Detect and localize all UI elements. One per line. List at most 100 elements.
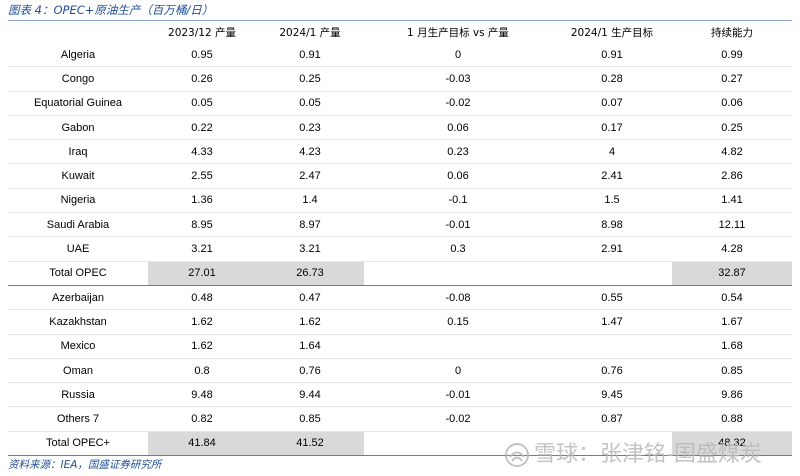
cell-dec-2023-output: 4.33 — [148, 139, 256, 165]
header-target-vs-output: 1 月生产目标 vs 产量 — [407, 27, 509, 39]
cell-dec-2023-output: 0.05 — [148, 91, 256, 116]
cell-jan-2024-target: 0.07 — [552, 91, 672, 116]
header-jan-2024-output: 2024/1 产量 — [279, 27, 341, 39]
cell-target-vs-output: 0 — [364, 358, 552, 384]
cell-dec-2023-output: 0.82 — [148, 406, 256, 432]
cell-target-vs-output — [364, 261, 552, 286]
cell-dec-2023-output: 0.95 — [148, 43, 256, 68]
cell-jan-2024-target: 2.41 — [552, 163, 672, 189]
cell-country: Kazakhstan — [8, 309, 148, 335]
cell-dec-2023-output: 1.36 — [148, 188, 256, 214]
table-row: Equatorial Guinea 0.05 0.05 -0.02 0.07 0.06 — [8, 91, 792, 116]
cell-target-vs-output: 0.23 — [364, 139, 552, 165]
cell-sustainable-capacity: 0.85 — [672, 358, 792, 384]
table-row: Mexico 1.62 1.64 1.68 — [8, 334, 792, 359]
cell-country: Oman — [8, 358, 148, 384]
cell-target-vs-output: 0.06 — [364, 163, 552, 189]
cell-jan-2024-target: 8.98 — [552, 212, 672, 238]
cell-sustainable-capacity: 9.86 — [672, 382, 792, 408]
cell-country: Gabon — [8, 115, 148, 141]
table-row: Russia 9.48 9.44 -0.01 9.45 9.86 — [8, 382, 792, 408]
cell-jan-2024-target: 1.47 — [552, 309, 672, 335]
table-row: Azerbaijan 0.48 0.47 -0.08 0.55 0.54 — [8, 285, 792, 311]
cell-jan-2024-output: 0.05 — [256, 91, 364, 116]
cell-sustainable-capacity: 1.68 — [672, 334, 792, 359]
cell-dec-2023-output: 41.84 — [148, 431, 256, 457]
cell-target-vs-output — [364, 334, 552, 359]
cell-country: UAE — [8, 236, 148, 262]
cell-country: Azerbaijan — [8, 285, 148, 311]
cell-sustainable-capacity: 0.88 — [672, 406, 792, 432]
cell-jan-2024-output: 2.47 — [256, 163, 364, 189]
cell-dec-2023-output: 2.55 — [148, 163, 256, 189]
watermark: 雪球：张津铭-国盛煤炭 — [504, 436, 762, 468]
header-dec-2023-output: 2023/12 产量 — [168, 27, 236, 39]
cell-dec-2023-output: 8.95 — [148, 212, 256, 238]
cell-jan-2024-output: 0.23 — [256, 115, 364, 141]
cell-country: Russia — [8, 382, 148, 408]
cell-jan-2024-target: 0.55 — [552, 285, 672, 311]
cell-jan-2024-target: 9.45 — [552, 382, 672, 408]
cell-jan-2024-output: 0.85 — [256, 406, 364, 432]
cell-dec-2023-output: 1.62 — [148, 309, 256, 335]
table-header-row: 2023/12 产量 2024/1 产量 1 月生产目标 vs 产量 2024/… — [8, 22, 792, 43]
cell-sustainable-capacity: 32.87 — [672, 261, 792, 286]
cell-sustainable-capacity: 2.86 — [672, 163, 792, 189]
cell-target-vs-output: -0.1 — [364, 188, 552, 214]
cell-country: Total OPEC+ — [8, 431, 148, 457]
table-row: Algeria 0.95 0.91 0 0.91 0.99 — [8, 43, 792, 68]
cell-jan-2024-target: 0.17 — [552, 115, 672, 141]
cell-sustainable-capacity: 4.28 — [672, 236, 792, 262]
table-row: UAE 3.21 3.21 0.3 2.91 4.28 — [8, 236, 792, 262]
cell-jan-2024-target — [552, 334, 672, 359]
source-note: 资料来源：IEA，国盛证券研究所 — [8, 459, 162, 471]
header-country — [8, 22, 148, 43]
header-sustainable-capacity: 持续能力 — [711, 27, 753, 39]
cell-jan-2024-target: 0.91 — [552, 43, 672, 68]
cell-sustainable-capacity: 0.99 — [672, 43, 792, 68]
cell-dec-2023-output: 0.8 — [148, 358, 256, 384]
opec-production-table: 2023/12 产量 2024/1 产量 1 月生产目标 vs 产量 2024/… — [8, 22, 792, 457]
cell-country: Iraq — [8, 139, 148, 165]
cell-sustainable-capacity: 1.67 — [672, 309, 792, 335]
cell-target-vs-output: 0.15 — [364, 309, 552, 335]
cell-country: Others 7 — [8, 406, 148, 432]
cell-target-vs-output: -0.02 — [364, 406, 552, 432]
cell-jan-2024-target — [552, 261, 672, 286]
cell-dec-2023-output: 9.48 — [148, 382, 256, 408]
cell-jan-2024-output: 26.73 — [256, 261, 364, 286]
cell-target-vs-output: -0.03 — [364, 66, 552, 92]
table-row: Saudi Arabia 8.95 8.97 -0.01 8.98 12.11 — [8, 212, 792, 238]
cell-jan-2024-target: 0.28 — [552, 66, 672, 92]
cell-jan-2024-output: 1.64 — [256, 334, 364, 359]
cell-jan-2024-output: 8.97 — [256, 212, 364, 238]
total_opec-row: Total OPEC 27.01 26.73 32.87 — [8, 261, 792, 286]
cell-country: Equatorial Guinea — [8, 91, 148, 116]
cell-jan-2024-output: 0.47 — [256, 285, 364, 311]
cell-sustainable-capacity: 0.27 — [672, 66, 792, 92]
cell-jan-2024-target: 2.91 — [552, 236, 672, 262]
cell-sustainable-capacity: 4.82 — [672, 139, 792, 165]
cell-sustainable-capacity: 1.41 — [672, 188, 792, 214]
cell-jan-2024-target: 1.5 — [552, 188, 672, 214]
cell-country: Nigeria — [8, 188, 148, 214]
table-row: Congo 0.26 0.25 -0.03 0.28 0.27 — [8, 66, 792, 92]
cell-dec-2023-output: 1.62 — [148, 334, 256, 359]
cell-dec-2023-output: 3.21 — [148, 236, 256, 262]
cell-target-vs-output: -0.02 — [364, 91, 552, 116]
cell-sustainable-capacity: 12.11 — [672, 212, 792, 238]
cell-jan-2024-output: 4.23 — [256, 139, 364, 165]
cell-target-vs-output: -0.01 — [364, 212, 552, 238]
cell-dec-2023-output: 0.26 — [148, 66, 256, 92]
cell-country: Congo — [8, 66, 148, 92]
table-top-rule — [8, 20, 792, 21]
cell-jan-2024-output: 0.76 — [256, 358, 364, 384]
snowball-logo-icon — [505, 443, 529, 467]
cell-dec-2023-output: 0.48 — [148, 285, 256, 311]
table-row: Nigeria 1.36 1.4 -0.1 1.5 1.41 — [8, 188, 792, 214]
cell-jan-2024-target: 0.76 — [552, 358, 672, 384]
table-row: Kazakhstan 1.62 1.62 0.15 1.47 1.67 — [8, 309, 792, 335]
cell-country: Kuwait — [8, 163, 148, 189]
cell-dec-2023-output: 27.01 — [148, 261, 256, 286]
figure-caption: 图表 4：OPEC+原油生产（百万桶/日） — [8, 3, 214, 17]
